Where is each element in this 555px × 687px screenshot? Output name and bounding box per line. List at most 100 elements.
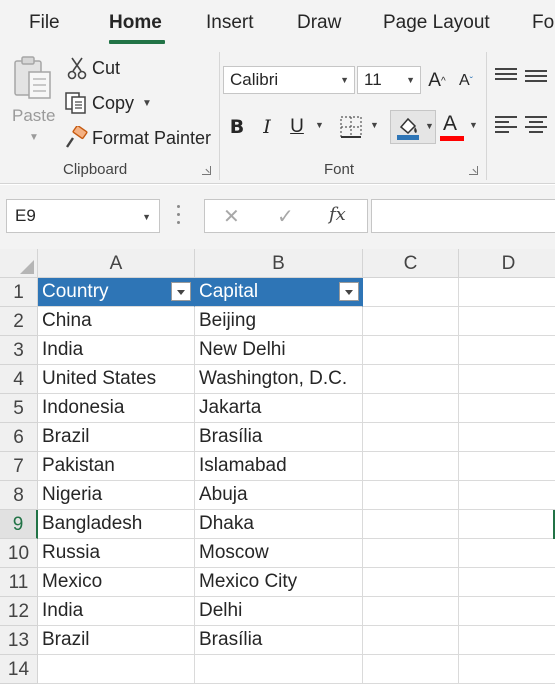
- cell-d7[interactable]: [459, 452, 555, 481]
- cell-c1[interactable]: [363, 278, 459, 307]
- cancel-icon[interactable]: ✕: [223, 204, 240, 229]
- cell-a11[interactable]: Mexico: [38, 568, 195, 597]
- cell-c13[interactable]: [363, 626, 459, 655]
- italic-button[interactable]: I: [257, 112, 277, 142]
- table-header-country[interactable]: Country: [38, 278, 195, 307]
- fill-color-control[interactable]: ▼: [390, 110, 436, 144]
- tab-page-layout[interactable]: Page Layout: [383, 12, 490, 34]
- cell-a2[interactable]: China: [38, 307, 195, 336]
- column-header-b[interactable]: B: [195, 249, 363, 278]
- row-header-2[interactable]: 2: [0, 307, 38, 336]
- tab-formulas-partial[interactable]: Fo: [532, 12, 554, 34]
- cell-c3[interactable]: [363, 336, 459, 365]
- font-size-select[interactable]: 11 ▼: [357, 66, 421, 94]
- cell-c5[interactable]: [363, 394, 459, 423]
- row-header-1[interactable]: 1: [0, 278, 38, 307]
- cell-b8[interactable]: Abuja: [195, 481, 363, 510]
- underline-dropdown-caret[interactable]: ▼: [315, 120, 324, 130]
- row-header-7[interactable]: 7: [0, 452, 38, 481]
- cell-d10[interactable]: [459, 539, 555, 568]
- cell-c8[interactable]: [363, 481, 459, 510]
- bold-button[interactable]: B: [226, 112, 248, 142]
- tab-insert[interactable]: Insert: [206, 12, 254, 34]
- font-color-button[interactable]: A: [440, 110, 464, 144]
- cell-c2[interactable]: [363, 307, 459, 336]
- cell-c4[interactable]: [363, 365, 459, 394]
- cell-c11[interactable]: [363, 568, 459, 597]
- cell-c7[interactable]: [363, 452, 459, 481]
- grow-font-button[interactable]: A ^: [427, 68, 447, 94]
- underline-button[interactable]: U: [286, 112, 308, 142]
- cell-c10[interactable]: [363, 539, 459, 568]
- cell-d4[interactable]: [459, 365, 555, 394]
- align-top-icon[interactable]: [495, 68, 517, 86]
- cell-d1[interactable]: [459, 278, 555, 307]
- copy-dropdown-caret[interactable]: ▼: [142, 98, 152, 109]
- cell-c9[interactable]: [363, 510, 459, 539]
- cell-d9[interactable]: [459, 510, 555, 539]
- select-all-corner[interactable]: [0, 249, 38, 278]
- cell-d13[interactable]: [459, 626, 555, 655]
- row-header-6[interactable]: 6: [0, 423, 38, 452]
- cell-b2[interactable]: Beijing: [195, 307, 363, 336]
- cell-d6[interactable]: [459, 423, 555, 452]
- cell-b12[interactable]: Delhi: [195, 597, 363, 626]
- cell-d2[interactable]: [459, 307, 555, 336]
- align-middle-icon[interactable]: [525, 68, 547, 86]
- row-header-14[interactable]: 14: [0, 655, 38, 684]
- paste-dropdown-caret[interactable]: ▼: [29, 132, 39, 143]
- cell-d11[interactable]: [459, 568, 555, 597]
- row-header-13[interactable]: 13: [0, 626, 38, 655]
- table-header-capital[interactable]: Capital: [195, 278, 363, 307]
- cell-a10[interactable]: Russia: [38, 539, 195, 568]
- column-header-d[interactable]: D: [459, 249, 555, 278]
- cell-d14[interactable]: [459, 655, 555, 684]
- cell-a14[interactable]: [38, 655, 195, 684]
- tab-file[interactable]: File: [29, 12, 60, 34]
- row-header-9[interactable]: 9: [0, 510, 38, 539]
- cell-a6[interactable]: Brazil: [38, 423, 195, 452]
- copy-button[interactable]: Copy ▼: [64, 89, 152, 117]
- fill-color-dropdown-caret[interactable]: ▼: [425, 121, 434, 131]
- cell-b6[interactable]: Brasília: [195, 423, 363, 452]
- filter-dropdown-button[interactable]: [171, 282, 191, 301]
- tab-home[interactable]: Home: [109, 12, 162, 34]
- cell-b13[interactable]: Brasília: [195, 626, 363, 655]
- cell-d5[interactable]: [459, 394, 555, 423]
- column-header-c[interactable]: C: [363, 249, 459, 278]
- shrink-font-button[interactable]: Aˇ: [456, 68, 476, 94]
- font-dialog-launcher-icon[interactable]: [469, 166, 478, 175]
- filter-dropdown-button[interactable]: [339, 282, 359, 301]
- name-box[interactable]: E9 ▼: [6, 199, 160, 233]
- cell-b11[interactable]: Mexico City: [195, 568, 363, 597]
- cell-b14[interactable]: [195, 655, 363, 684]
- cell-d3[interactable]: [459, 336, 555, 365]
- font-family-select[interactable]: Calibri ▼: [223, 66, 355, 94]
- cell-a5[interactable]: Indonesia: [38, 394, 195, 423]
- font-color-dropdown-caret[interactable]: ▼: [469, 120, 478, 130]
- row-header-10[interactable]: 10: [0, 539, 38, 568]
- row-header-5[interactable]: 5: [0, 394, 38, 423]
- cell-d12[interactable]: [459, 597, 555, 626]
- row-header-3[interactable]: 3: [0, 336, 38, 365]
- cell-b4[interactable]: Washington, D.C.: [195, 365, 363, 394]
- cell-b7[interactable]: Islamabad: [195, 452, 363, 481]
- align-left-icon[interactable]: [495, 116, 517, 134]
- row-header-8[interactable]: 8: [0, 481, 38, 510]
- cell-b3[interactable]: New Delhi: [195, 336, 363, 365]
- borders-button[interactable]: [339, 115, 363, 139]
- formula-input[interactable]: [371, 199, 555, 233]
- clipboard-dialog-launcher-icon[interactable]: [202, 166, 211, 175]
- cell-b10[interactable]: Moscow: [195, 539, 363, 568]
- cell-c14[interactable]: [363, 655, 459, 684]
- cell-c6[interactable]: [363, 423, 459, 452]
- cell-a13[interactable]: Brazil: [38, 626, 195, 655]
- cell-a4[interactable]: United States: [38, 365, 195, 394]
- row-header-11[interactable]: 11: [0, 568, 38, 597]
- column-header-a[interactable]: A: [38, 249, 195, 278]
- cell-d8[interactable]: [459, 481, 555, 510]
- row-header-4[interactable]: 4: [0, 365, 38, 394]
- cut-button[interactable]: Cut: [66, 54, 120, 82]
- enter-icon[interactable]: ✓: [277, 204, 294, 229]
- formula-bar-resize-handle[interactable]: [177, 201, 181, 229]
